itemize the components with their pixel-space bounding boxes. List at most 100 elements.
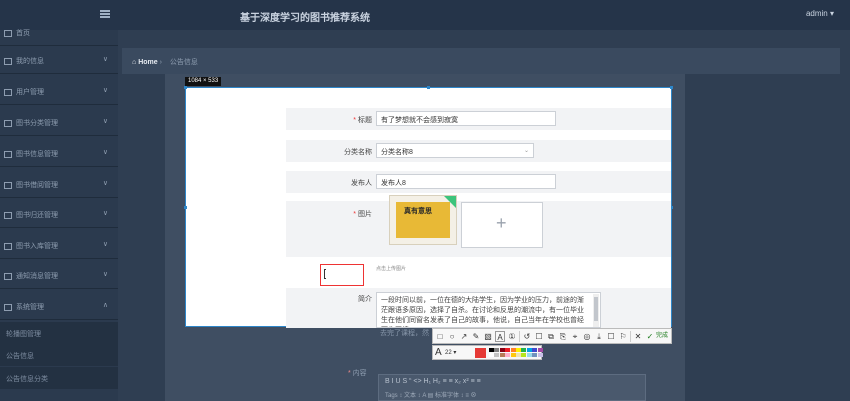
- intro-label: 简介: [358, 296, 372, 303]
- breadcrumb-home[interactable]: Home: [138, 59, 157, 66]
- copy-icon[interactable]: ⧉: [546, 331, 556, 342]
- sidebar-item-notice[interactable]: 通知消息管理 ∨: [0, 261, 118, 289]
- color-swatch[interactable]: [505, 348, 511, 352]
- top-bar: 基于深度学习的图书推荐系统 admin ▾: [0, 0, 850, 30]
- color-swatch[interactable]: [516, 353, 521, 357]
- color-swatch[interactable]: [510, 353, 516, 357]
- color-swatch[interactable]: [521, 353, 527, 357]
- long-screenshot-icon[interactable]: ⎘: [558, 331, 568, 342]
- annotation-rectangle[interactable]: [320, 264, 364, 286]
- chevron-down-icon: ∨: [102, 210, 108, 217]
- chevron-down-icon: ⌄: [523, 148, 529, 154]
- close-icon[interactable]: ✕: [633, 331, 643, 342]
- resize-handle[interactable]: [427, 86, 430, 89]
- color-swatch[interactable]: [489, 348, 494, 352]
- menu-toggle-icon[interactable]: [100, 10, 110, 18]
- chevron-down-icon: ∨: [102, 241, 108, 248]
- toolbar-divider: [519, 331, 520, 342]
- book-cover-thumbnail[interactable]: 真有意思: [389, 195, 457, 245]
- font-size-select[interactable]: 22 ▾: [445, 349, 456, 356]
- color-swatch[interactable]: [537, 353, 543, 357]
- color-swatch[interactable]: [510, 348, 516, 352]
- color-swatch[interactable]: [532, 348, 538, 352]
- scrollbar-thumb[interactable]: [594, 297, 598, 321]
- sidebar-item-return[interactable]: 图书归还管理 ∨: [0, 200, 118, 228]
- pen-tool-icon[interactable]: ✎: [471, 331, 481, 342]
- bell-icon: [4, 272, 12, 280]
- textarea-scrollbar[interactable]: [593, 294, 599, 327]
- number-tool-icon[interactable]: ①: [507, 331, 517, 342]
- color-swatch[interactable]: [537, 348, 543, 352]
- image-upload-box[interactable]: +: [461, 202, 543, 248]
- ellipse-tool-icon[interactable]: ○: [447, 331, 457, 342]
- color-swatch[interactable]: [505, 353, 511, 357]
- font-icon: A: [435, 347, 442, 358]
- sidebar-item-system[interactable]: 系统管理 ∧: [0, 292, 118, 320]
- color-swatch[interactable]: [494, 353, 500, 357]
- save-icon[interactable]: ☐: [606, 331, 616, 342]
- color-swatch[interactable]: [489, 353, 494, 357]
- record-icon[interactable]: ◎: [582, 331, 592, 342]
- chevron-down-icon: ∨: [102, 87, 108, 94]
- title-label-text: 标题: [358, 117, 372, 124]
- color-swatch[interactable]: [521, 348, 527, 352]
- grid-icon: [4, 303, 12, 311]
- user-card-icon: [4, 57, 12, 65]
- text-cursor-icon: [324, 269, 326, 279]
- text-tool-icon[interactable]: A: [495, 331, 505, 342]
- category-select[interactable]: 分类名称8 ⌄: [376, 143, 534, 158]
- bookmark-icon[interactable]: ⚐: [618, 331, 628, 342]
- category-select-value: 分类名称8: [381, 149, 413, 156]
- editor-format-row[interactable]: B I U S “ <> H₁ H₂ ≡ ≡ x₂ x² ≡ ≡: [385, 378, 481, 385]
- rectangle-tool-icon[interactable]: □: [435, 331, 445, 342]
- download-icon[interactable]: ⤓: [594, 331, 604, 342]
- arrow-tool-icon[interactable]: ↗: [459, 331, 469, 342]
- sidebar-subitem-carousel[interactable]: 轮播图管理: [0, 322, 118, 344]
- pin-icon[interactable]: ⌖: [570, 331, 580, 342]
- corner-ribbon: [444, 196, 456, 208]
- sidebar-item-users[interactable]: 用户管理 ∨: [0, 77, 118, 105]
- color-swatch[interactable]: [526, 348, 532, 352]
- publisher-input[interactable]: 发布人8: [376, 174, 556, 189]
- sidebar-item-book-info[interactable]: 图书信息管理 ∨: [0, 139, 118, 167]
- current-color-swatch[interactable]: [475, 348, 486, 358]
- color-swatch[interactable]: [494, 348, 500, 352]
- sidebar-subitem-notice[interactable]: 公告信息: [0, 344, 118, 366]
- sidebar-item-borrow[interactable]: 图书借阅管理 ∨: [0, 170, 118, 198]
- book-cover-title: 真有意思: [404, 208, 432, 215]
- annotation-toolbar: □ ○ ↗ ✎ ▧ A ① ↺ ☐ ⧉ ⎘ ⌖ ◎ ⤓ ☐ ⚐ ✕ ✓ 完成: [432, 328, 672, 344]
- toolbar-divider: [630, 331, 631, 342]
- sidebar-subitem-notice-category[interactable]: 公告信息分类: [0, 367, 118, 389]
- resize-handle[interactable]: [184, 206, 187, 209]
- title-input[interactable]: 有了梦想就不会感到寂寞: [376, 111, 556, 126]
- breadcrumb-current: 公告信息: [169, 59, 198, 66]
- color-swatch[interactable]: [526, 353, 532, 357]
- intro-textarea[interactable]: 一段时间以前，一位在德的大陆学生，因为学业的压力，前途的渐茫跟语多原因，选择了自…: [376, 292, 601, 328]
- resize-handle[interactable]: [670, 86, 673, 89]
- editor-style-row[interactable]: Tags ↕ 文本 ↕ A ▤ 标准字体 ↕ ≡ ⊗: [385, 390, 477, 399]
- sidebar-item-stock-in[interactable]: 图书入库管理 ∨: [0, 231, 118, 259]
- sidebar-item-label: 图书分类管理: [16, 120, 58, 127]
- color-swatch[interactable]: [499, 353, 505, 357]
- color-swatch[interactable]: [516, 348, 521, 352]
- resize-handle[interactable]: [184, 86, 187, 89]
- publisher-label: 发布人: [351, 180, 372, 187]
- color-swatch[interactable]: [532, 353, 538, 357]
- ocr-icon[interactable]: ☐: [534, 331, 544, 342]
- intro-overflow-text: 去完了课程，然: [380, 330, 429, 337]
- content-label: * 内容: [348, 368, 367, 378]
- done-button[interactable]: 完成: [656, 331, 668, 342]
- sidebar-item-book-category[interactable]: 图书分类管理 ∨: [0, 108, 118, 136]
- undo-icon[interactable]: ↺: [522, 331, 532, 342]
- user-menu[interactable]: admin ▾: [806, 9, 834, 18]
- rich-text-toolbar[interactable]: B I U S “ <> H₁ H₂ ≡ ≡ x₂ x² ≡ ≡ Tags ↕ …: [378, 374, 646, 401]
- sidebar-item-home[interactable]: 首页: [0, 18, 118, 46]
- capture-region[interactable]: * 标题 有了梦想就不会感到寂寞 分类名称 分类名称8 ⌄ 发布人 发布人8 * 图…: [184, 86, 673, 328]
- image-label-text: 图片: [358, 211, 372, 218]
- breadcrumb: ⌂ Home › 公告信息: [132, 57, 198, 67]
- color-swatch[interactable]: [499, 348, 505, 352]
- check-icon[interactable]: ✓: [645, 331, 655, 342]
- required-mark: *: [353, 117, 356, 124]
- sidebar-item-my-info[interactable]: 我的信息 ∨: [0, 46, 118, 74]
- mosaic-tool-icon[interactable]: ▧: [483, 331, 493, 342]
